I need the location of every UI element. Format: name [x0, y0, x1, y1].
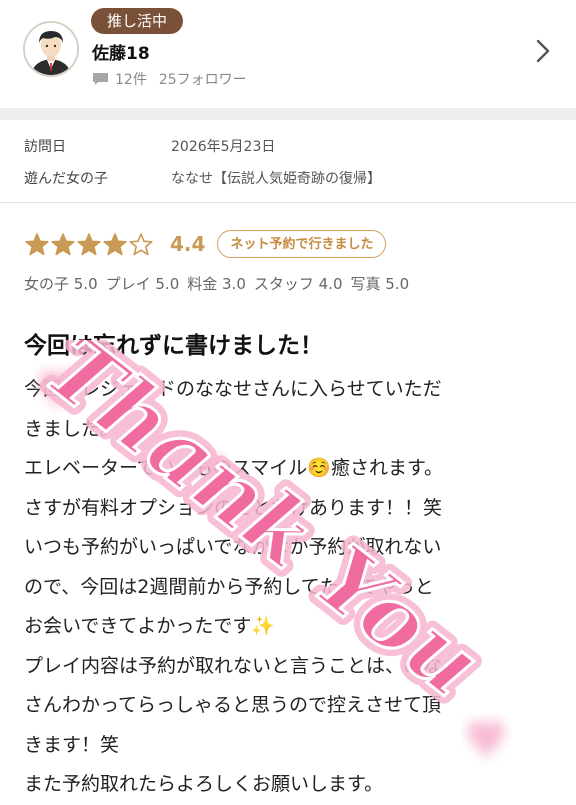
comment-icon	[93, 73, 108, 85]
username[interactable]: 佐藤18	[92, 39, 150, 64]
sub-score-item: プレイ 5.0	[105, 275, 180, 293]
girl-row: 遊んだ女の子 ななせ【伝説人気姫奇跡の復帰】	[0, 164, 576, 192]
girl-value[interactable]: ななせ【伝説人気姫奇跡の復帰】	[171, 168, 381, 188]
reviewer-profile[interactable]: 推し活中 佐藤18 12件 25フォロワー	[0, 0, 576, 108]
review-line: きました。	[24, 417, 120, 440]
follower-count: 25フォロワー	[158, 72, 247, 88]
review-line: エレベーターでいつものスマイル☺️癒されます。	[24, 457, 444, 479]
review-title: 今回は忘れずに書けました！	[24, 333, 323, 359]
review-line: いつも予約がいっぱいでなかなか予約が取れない	[24, 536, 442, 558]
star-empty-icon	[129, 233, 153, 256]
review-line: 今回もレジェンドのななせさんに入らせていただ	[24, 378, 442, 400]
review-count: 12件	[115, 72, 147, 88]
review-body: 今回もレジェンドのななせさんに入らせていただ きました。エレベーターでいつものスマ…	[24, 370, 552, 805]
sub-scores: 女の子 5.0 プレイ 5.0 料金 3.0 スタッフ 4.0 写真 5.0	[24, 273, 409, 294]
review-line: ので、今回は2週間前から予約してたのでやっと	[24, 575, 434, 598]
status-badge: 推し活中	[91, 8, 184, 34]
star-rating	[24, 232, 154, 256]
avatar-illustration	[25, 23, 77, 75]
review-line: プレイ内容は予約が取れないと言うことは、みな	[24, 654, 443, 677]
booking-badge: ネット予約で行きました	[217, 230, 387, 258]
sub-score-item: 写真 5.0	[350, 275, 410, 293]
sub-score-item: 女の子 5.0	[24, 275, 98, 293]
star-filled-icon	[77, 233, 101, 256]
review-line: さすが有料オプションのことだけあります！！笑	[24, 496, 443, 519]
girl-label: 遊んだ女の子	[24, 171, 108, 187]
sub-score-item: 料金 3.0	[187, 275, 246, 293]
visit-date-value: 2026年5月23日	[171, 139, 276, 155]
avatar[interactable]	[23, 21, 79, 77]
review-line: また予約取れたらよろしくお願いします。	[24, 773, 384, 795]
star-filled-icon	[51, 233, 75, 256]
visit-date-label: 訪問日	[24, 139, 66, 155]
review-line: さんわかってらっしゃると思うので控えさせて頂	[24, 694, 442, 716]
rating-row: 4.4 ネット予約で行きました	[24, 228, 387, 260]
reviewer-stats: 12件 25フォロワー	[92, 69, 247, 89]
review-line: お会いできてよかったです✨	[24, 615, 276, 637]
star-filled-icon	[25, 233, 49, 256]
visit-date-row: 訪問日 2026年5月23日	[0, 132, 576, 160]
section-divider	[0, 108, 576, 120]
chevron-right-icon[interactable]	[530, 36, 556, 66]
sub-score-item: スタッフ 4.0	[253, 275, 343, 293]
rating-score: 4.4	[170, 232, 206, 256]
star-filled-icon	[103, 233, 127, 256]
review-line: きます！笑	[24, 733, 120, 756]
divider-line	[0, 202, 576, 203]
visit-info: 訪問日 2026年5月23日 遊んだ女の子 ななせ【伝説人気姫奇跡の復帰】	[0, 120, 576, 202]
